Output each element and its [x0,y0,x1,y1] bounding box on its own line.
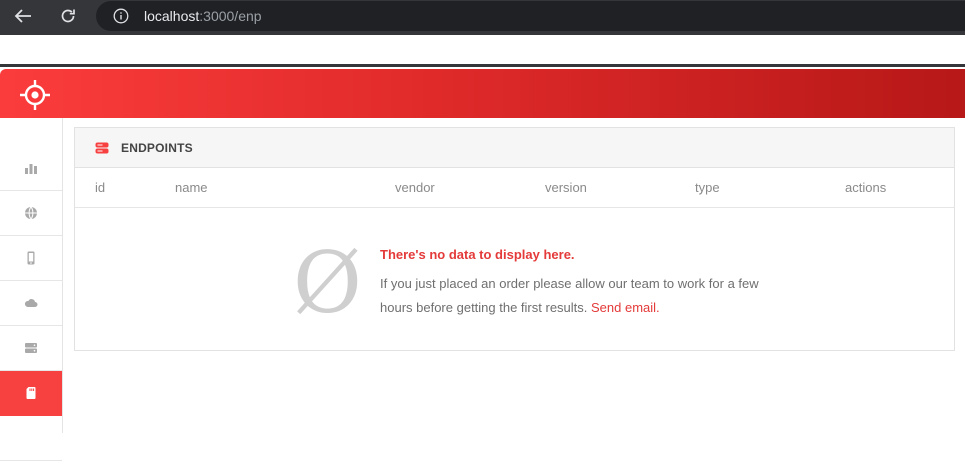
empty-state: Ø There's no data to display here. If yo… [75,208,954,350]
column-header-vendor[interactable]: vendor [395,180,435,195]
sidebar-item-stats[interactable] [0,146,62,191]
column-header-name[interactable]: name [175,180,208,195]
sidebar [0,118,63,461]
table-header: id name vendor version type actions [75,168,954,208]
sidebar-item-more[interactable] [0,416,62,461]
column-header-version[interactable]: version [545,180,587,195]
server-stack-icon [95,142,109,154]
sidebar-item-cloud[interactable] [0,281,62,326]
column-header-actions: actions [845,180,887,195]
info-icon[interactable] [113,8,129,24]
empty-state-title: There's no data to display here. [380,247,575,262]
panel-title: ENDPOINTS [121,141,193,155]
endpoints-panel: ENDPOINTS id name vendor version type ac… [74,127,955,351]
address-bar[interactable]: localhost:3000/enp [96,1,965,31]
sd-card-icon [26,387,36,399]
column-header-id[interactable]: id [95,180,105,195]
sidebar-item-mobile[interactable] [0,236,62,281]
back-arrow-icon[interactable] [11,4,35,28]
empty-set-icon: Ø [293,234,362,332]
sidebar-item-web[interactable] [0,191,62,236]
send-email-link[interactable]: Send email. [591,300,660,315]
page-top-strip [0,32,965,67]
browser-toolbar: localhost:3000/enp [0,0,965,32]
column-header-type[interactable]: type [695,180,720,195]
url-text: localhost:3000/enp [144,8,262,24]
crosshair-target-logo[interactable] [19,79,51,111]
cloud-icon [24,299,38,307]
empty-state-message: If you just placed an order please allow… [380,276,759,315]
globe-icon [25,206,37,220]
sidebar-item-endpoints[interactable] [0,371,62,416]
reload-icon[interactable] [56,4,80,28]
app-header [0,69,965,118]
panel-header: ENDPOINTS [75,128,954,168]
bar-chart-icon [25,164,37,174]
sidebar-item-servers[interactable] [0,326,62,371]
server-icon [25,343,37,353]
mobile-phone-icon [27,251,35,265]
